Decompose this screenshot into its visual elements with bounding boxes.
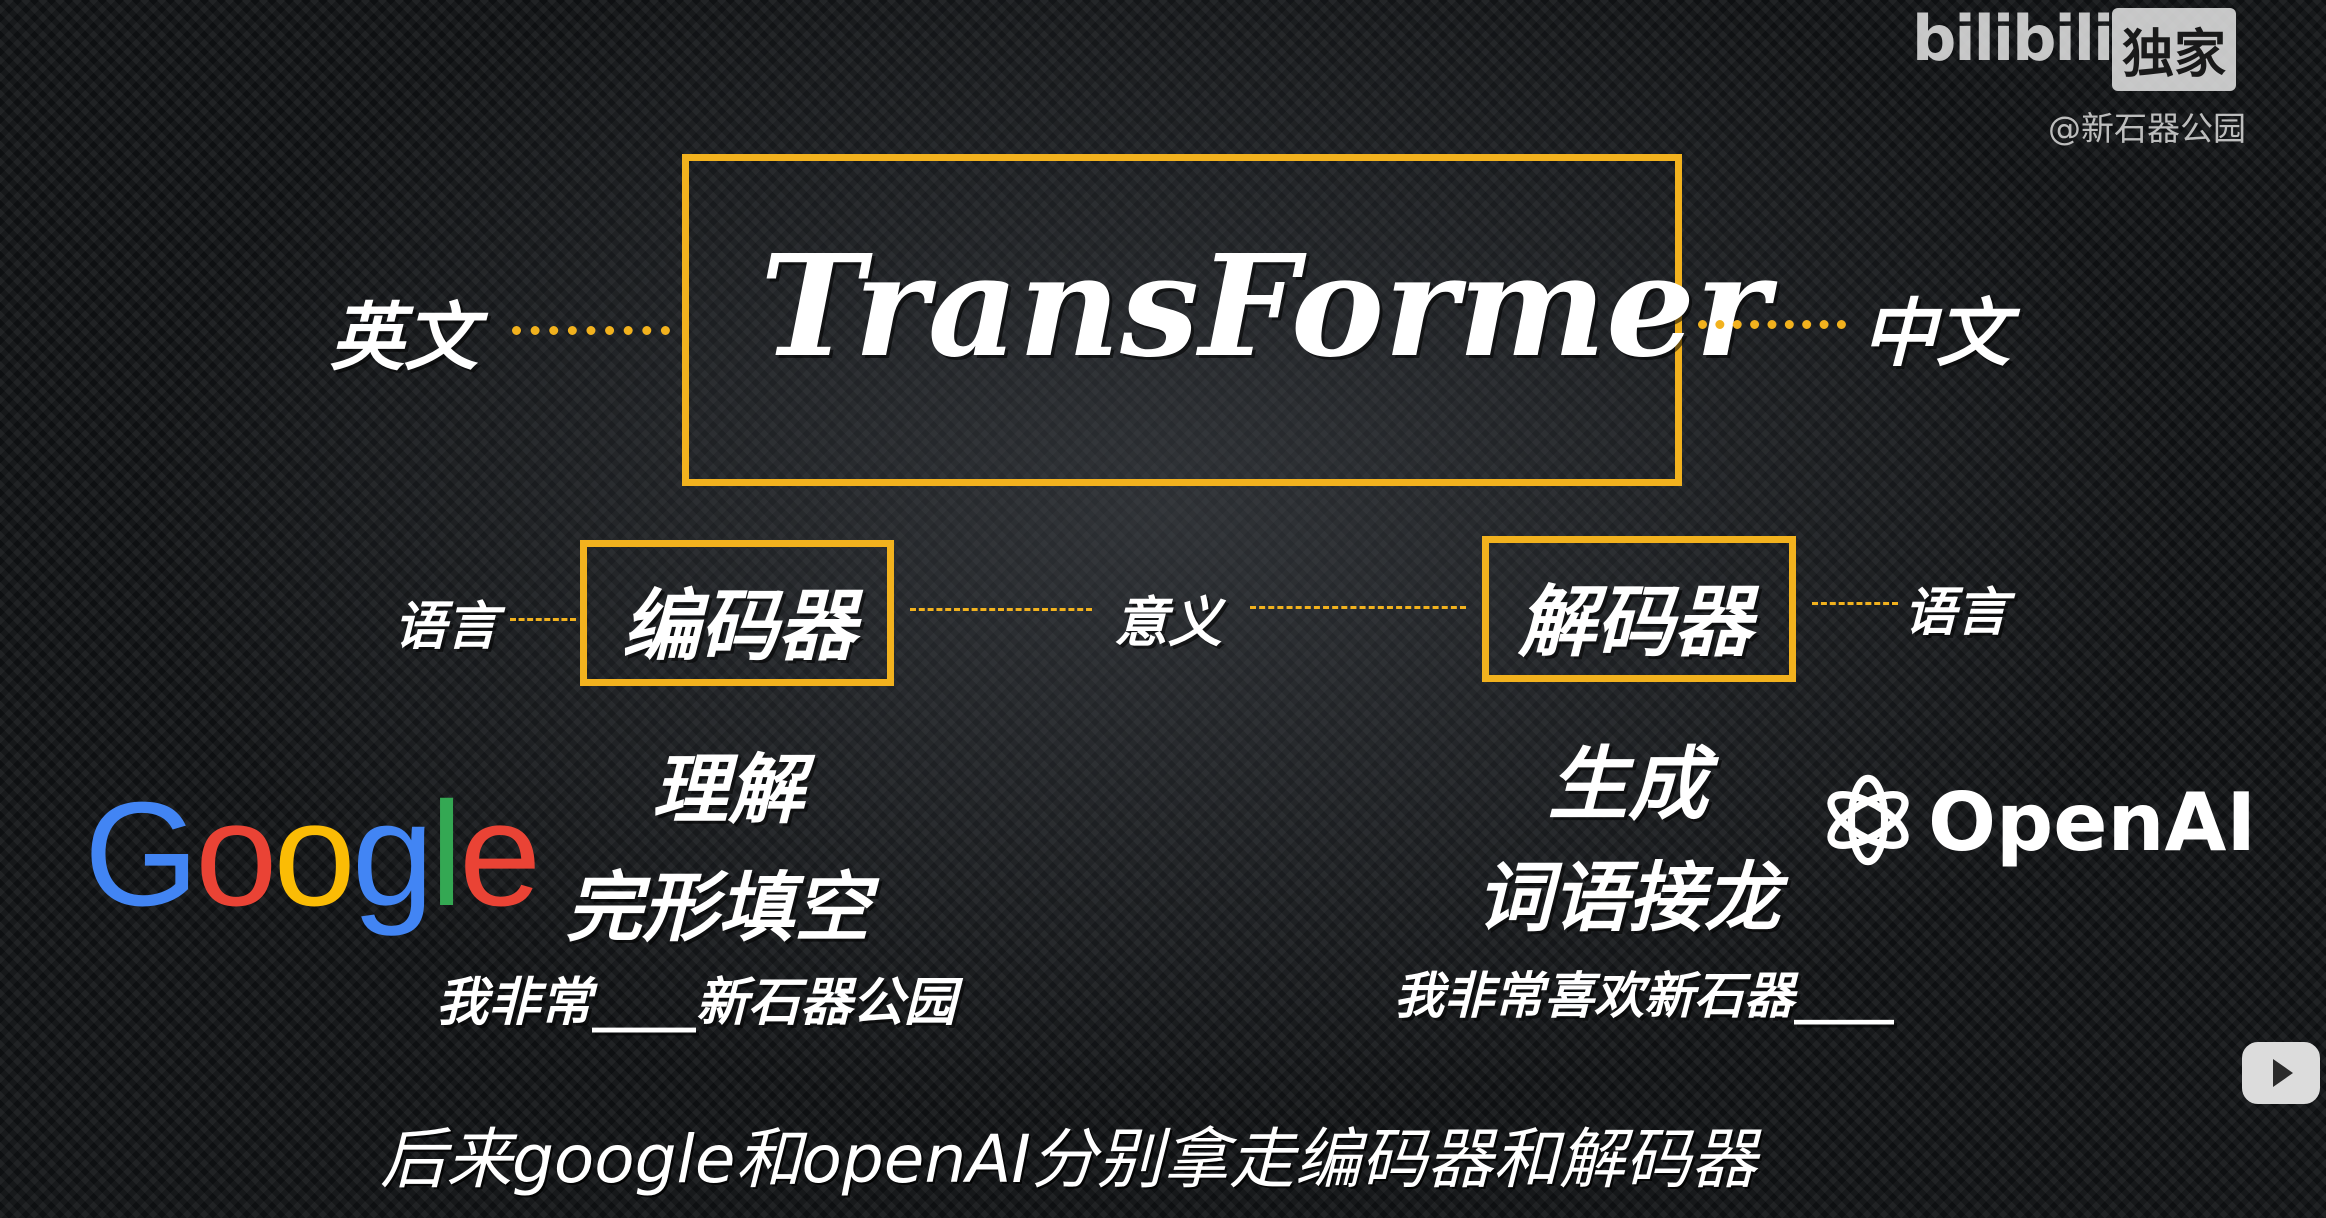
google-letter: e xyxy=(458,772,541,937)
google-logo: Google xyxy=(84,770,541,940)
play-icon[interactable] xyxy=(2242,1042,2320,1104)
google-letter: g xyxy=(351,772,434,937)
encoder-label: 编码器 xyxy=(622,581,857,672)
meaning-label: 意义 xyxy=(1114,590,1222,654)
meaning-decoder-connector xyxy=(1250,606,1466,609)
encoder-role: 理解 xyxy=(652,745,804,834)
input-language-label: 英文 xyxy=(330,295,478,381)
openai-wordmark: OpenAI xyxy=(1928,776,2257,869)
decoder-role: 生成 xyxy=(1548,737,1708,831)
bilibili-logo: bilibili xyxy=(1912,2,2114,75)
google-letter: l xyxy=(430,772,463,937)
decoder-example: 我非常喜欢新石器____ xyxy=(1394,966,1894,1025)
google-letter: o xyxy=(195,772,277,937)
decoder-label: 解码器 xyxy=(1518,577,1753,668)
play-triangle-icon xyxy=(2273,1059,2293,1087)
encoder-input-connector xyxy=(510,618,576,621)
encoder-task: 完形填空 xyxy=(566,863,870,952)
decoder-task: 词语接龙 xyxy=(1476,853,1780,942)
subtitle-caption: 后来google和openAI分别拿走编码器和解码器 xyxy=(380,1121,1757,1198)
output-connector xyxy=(1698,320,1846,329)
google-letter: G xyxy=(84,772,199,937)
output-language-label: 中文 xyxy=(1862,291,2010,377)
input-connector xyxy=(512,326,670,335)
transformer-title: TransFormer xyxy=(760,225,1769,389)
author-watermark: @新石器公园 xyxy=(2048,109,2246,148)
decoder-output-connector xyxy=(1812,602,1898,605)
google-letter: o xyxy=(273,772,355,937)
decoder-output-label: 语言 xyxy=(1904,582,2009,643)
openai-icon xyxy=(1827,774,1909,866)
encoder-example: 我非常____新石器公园 xyxy=(436,972,957,1033)
exclusive-badge: 独家 xyxy=(2112,8,2237,91)
encoder-input-label: 语言 xyxy=(394,596,499,657)
encoder-meaning-connector xyxy=(910,608,1092,611)
